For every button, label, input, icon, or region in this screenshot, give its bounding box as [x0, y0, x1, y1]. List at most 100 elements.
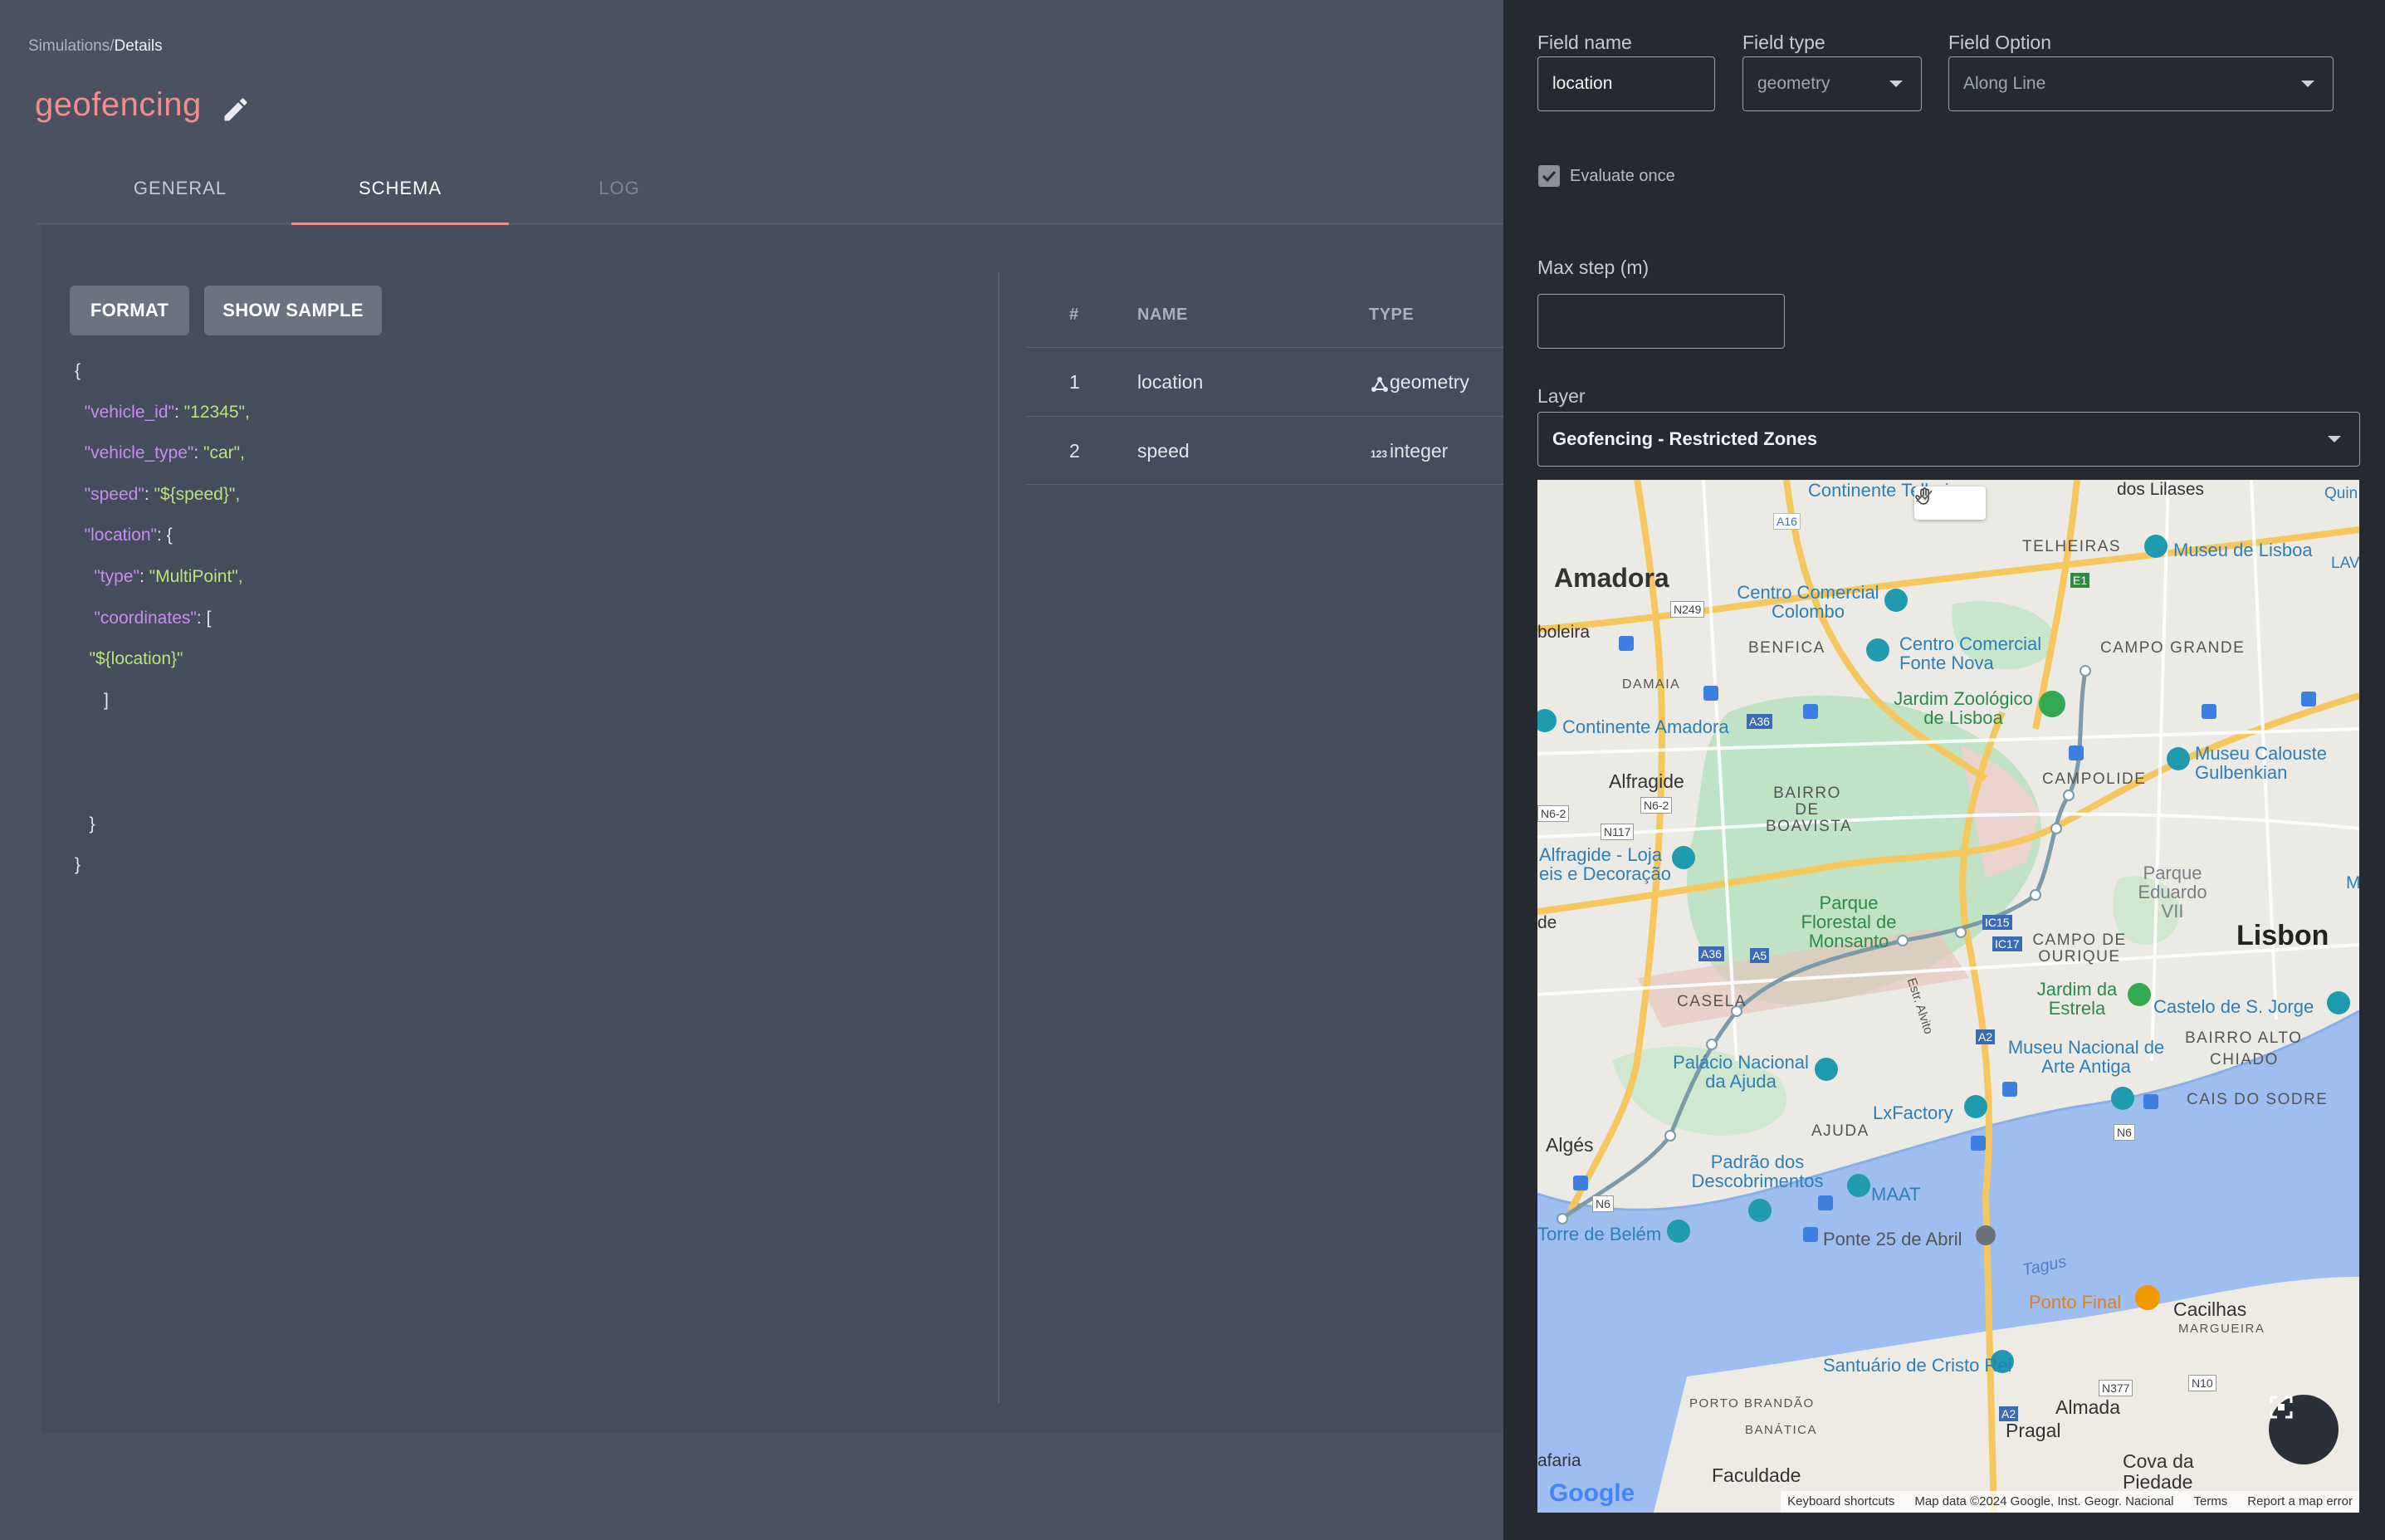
- tab-schema[interactable]: SCHEMA: [291, 178, 509, 225]
- terms-link[interactable]: Terms: [2193, 1494, 2227, 1509]
- map-label: Centro Comercial Colombo: [1737, 582, 1879, 622]
- format-button[interactable]: FORMAT: [70, 286, 189, 335]
- map-label: dos Lilases: [2117, 480, 2205, 499]
- map-label: DAMAIA: [1622, 677, 1681, 692]
- row-name: location: [1137, 371, 1204, 393]
- layer-select[interactable]: Geofencing - Restricted Zones: [1537, 412, 2360, 467]
- show-sample-button[interactable]: SHOW SAMPLE: [204, 286, 382, 335]
- map-label: TELHEIRAS: [2022, 538, 2122, 555]
- max-step-label: Max step (m): [1537, 257, 1649, 278]
- map-label: AJUDA: [1811, 1122, 1869, 1140]
- row-type: geometry: [1390, 371, 1469, 393]
- map-view[interactable]: Amadora Lisbon TELHEIRAS BENFICA CAMPO G…: [1537, 480, 2359, 1513]
- map-data-text: Map data ©2024 Google, Inst. Geogr. Naci…: [1914, 1494, 2174, 1508]
- map-label: MAAT: [1871, 1184, 1921, 1205]
- schema-editor[interactable]: { "vehicle_id": "12345", "vehicle_type":…: [75, 350, 250, 886]
- road-shield: N117: [1601, 824, 1635, 840]
- field-option-label: Field Option: [1948, 32, 2052, 53]
- map-label: CAMPO DE OURIQUE: [2032, 931, 2127, 966]
- map-label: Cacilhas: [2173, 1298, 2247, 1320]
- road-shield: N6-2: [1640, 797, 1673, 814]
- map-label: LAV: [2331, 555, 2359, 572]
- map-label: Pragal: [2006, 1420, 2061, 1441]
- table-row[interactable]: 1 location geometry: [1026, 347, 1545, 416]
- map-label: CAIS DO SODRE: [2187, 1091, 2329, 1108]
- col-header-num: #: [1069, 306, 1079, 324]
- breadcrumb: Simulations/Details: [28, 37, 163, 56]
- layer-label: Layer: [1537, 385, 1586, 407]
- map-label: Algés: [1546, 1134, 1594, 1156]
- road-shield: A2: [1999, 1406, 2019, 1421]
- col-header-name: NAME: [1137, 306, 1188, 324]
- map-label: Faculdade: [1712, 1464, 1801, 1486]
- evaluate-once-checkbox[interactable]: [1538, 165, 1560, 187]
- breadcrumb-details: Details: [114, 37, 163, 55]
- pencil-icon[interactable]: [221, 95, 251, 125]
- map-label: Continente Amadora: [1562, 716, 1729, 737]
- keyboard-shortcuts-link[interactable]: Keyboard shortcuts: [1787, 1494, 1894, 1509]
- field-name-label: Field name: [1537, 32, 1632, 53]
- map-label: Santuário de Cristo Rei: [1823, 1355, 2012, 1376]
- main-area: Simulations/Details geofencing GENERAL S…: [0, 0, 1545, 1540]
- chevron-down-icon: [1889, 81, 1903, 87]
- row-type: integer: [1390, 440, 1449, 462]
- map-label: Lisbon: [2236, 920, 2329, 951]
- row-name: speed: [1137, 440, 1190, 462]
- road-shield: A36: [1747, 714, 1772, 729]
- draw-line-icon[interactable]: [1914, 486, 1934, 506]
- road-shield: N10: [2188, 1375, 2216, 1391]
- map-label: M: [2346, 873, 2359, 892]
- panel-divider: [998, 272, 999, 1403]
- check-icon: [1542, 170, 1557, 183]
- integer-icon: 123: [1371, 448, 1387, 460]
- evaluate-once-label: Evaluate once: [1570, 167, 1675, 185]
- map-label: Museu Nacional de Arte Antiga: [2007, 1037, 2165, 1077]
- tab-bar: GENERAL SCHEMA LOG: [37, 163, 1503, 225]
- map-label: Ponte 25 de Abril: [1823, 1229, 1962, 1249]
- road-shield: N6: [1592, 1195, 1614, 1212]
- geometry-icon: [1371, 377, 1388, 392]
- map-label: Museu de Lisboa: [2173, 540, 2313, 560]
- map-label: Alfragide: [1609, 770, 1684, 792]
- row-num: 2: [1069, 440, 1080, 462]
- report-error-link[interactable]: Report a map error: [2247, 1494, 2353, 1509]
- road-shield: IC17: [1992, 936, 2022, 951]
- tab-log[interactable]: LOG: [511, 178, 728, 224]
- map-label: Padrão dos Descobrimentos: [1691, 1151, 1824, 1191]
- map-label: Castelo de S. Jorge: [2153, 996, 2314, 1017]
- map-label: Museu Calouste Gulbenkian: [2195, 743, 2327, 783]
- field-name-input[interactable]: location: [1537, 56, 1715, 111]
- road-shield: A36: [1698, 946, 1724, 961]
- field-option-select[interactable]: Along Line: [1948, 56, 2334, 111]
- map-label: BAIRRO DE BOAVISTA: [1766, 785, 1853, 835]
- map-label: CHIADO: [2210, 1051, 2279, 1068]
- map-label: Amadora: [1554, 563, 1669, 593]
- map-label: Jardim da Estrela: [2036, 979, 2118, 1019]
- map-label: Parque Florestal de Monsanto: [1801, 892, 1897, 951]
- map-label: Jardim Zoológico de Lisboa: [1894, 688, 2033, 728]
- map-label: afaria: [1537, 1451, 1581, 1470]
- table-row[interactable]: 2 speed 123 integer: [1026, 416, 1545, 485]
- road-shield: N6-2: [1537, 805, 1570, 822]
- row-num: 1: [1069, 371, 1080, 393]
- col-header-type: TYPE: [1369, 306, 1415, 324]
- road-shield: IC15: [1982, 915, 2012, 930]
- map-label: boleira: [1537, 623, 1591, 642]
- map-label: Almada: [2055, 1396, 2120, 1418]
- map-label: Ponto Final: [2029, 1292, 2122, 1313]
- fullscreen-icon: [2270, 1396, 2293, 1419]
- fullscreen-button[interactable]: [2269, 1395, 2339, 1464]
- map-draw-tools: [1914, 486, 1986, 520]
- map-label: BAIRRO ALTO: [2185, 1029, 2303, 1047]
- map-label: CASELA: [1677, 993, 1747, 1010]
- map-label: CAMPO GRANDE: [2100, 639, 2246, 657]
- road-shield: N249: [1670, 601, 1705, 618]
- map-label: LxFactory: [1873, 1102, 1953, 1123]
- map-label: Quin: [2324, 485, 2358, 502]
- breadcrumb-simulations[interactable]: Simulations/: [28, 37, 115, 55]
- map-label: Torre de Belém: [1537, 1224, 1662, 1244]
- tab-general[interactable]: GENERAL: [71, 178, 289, 224]
- max-step-input[interactable]: [1537, 294, 1785, 349]
- field-type-select[interactable]: geometry: [1742, 56, 1922, 111]
- page-title: geofencing: [35, 86, 202, 123]
